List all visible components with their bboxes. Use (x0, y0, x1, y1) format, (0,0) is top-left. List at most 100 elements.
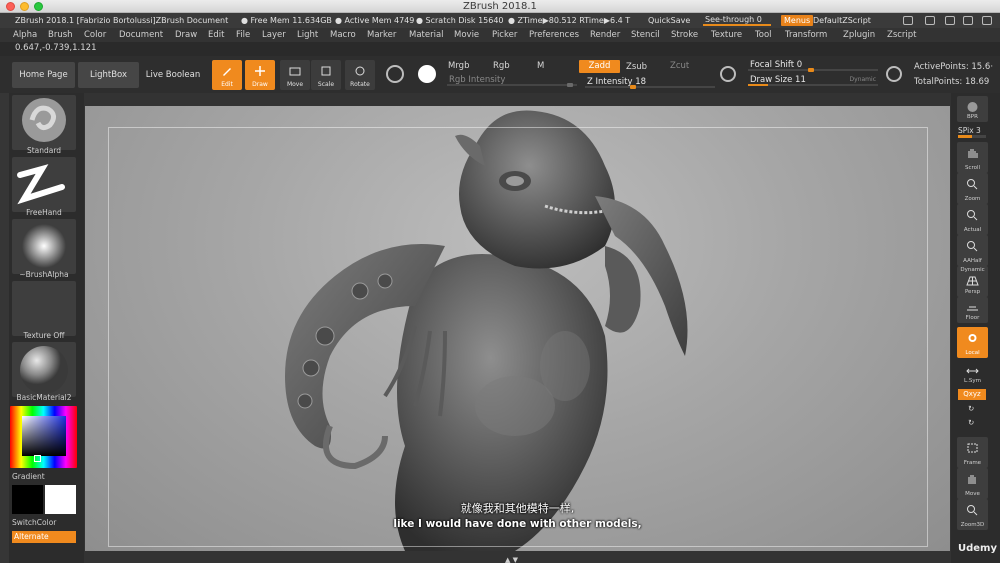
menu-picker[interactable]: Picker (492, 28, 517, 42)
persp-dynamic-label: Dynamic (960, 267, 985, 273)
menu-color[interactable]: Color (84, 28, 106, 42)
bottom-tray-toggle[interactable]: ▲ ▼ (505, 556, 518, 563)
local-button[interactable]: Local (957, 327, 988, 358)
z-intensity-knob[interactable] (630, 85, 636, 89)
solo-icon[interactable] (418, 65, 436, 83)
menu-stroke[interactable]: Stroke (671, 28, 698, 42)
menu-zscript[interactable]: Zscript (887, 28, 917, 42)
polyframe-icon[interactable] (386, 65, 404, 83)
draw-icon (255, 66, 265, 76)
menu-movie[interactable]: Movie (454, 28, 479, 42)
menu-alpha[interactable]: Alpha (13, 28, 37, 42)
gradient-label[interactable]: Gradient (12, 472, 76, 481)
menu-transform[interactable]: Transform (785, 28, 827, 42)
scroll-label: Scroll (964, 165, 981, 171)
default-zscript-button[interactable]: DefaultZScript (813, 13, 871, 28)
frame-button[interactable]: Frame (957, 437, 988, 468)
brush-settings-icon[interactable] (720, 66, 736, 82)
menu-tool[interactable]: Tool (755, 28, 772, 42)
xyz-button[interactable]: Qxyz (958, 389, 986, 400)
texture-thumbnail[interactable] (12, 281, 76, 336)
stroke-thumbnail[interactable] (12, 157, 76, 212)
switch-color-button[interactable]: SwitchColor (12, 518, 76, 527)
tray-icon[interactable] (903, 16, 913, 25)
zoom-button[interactable]: Zoom (957, 173, 988, 204)
z-intensity-slider[interactable]: Z Intensity 18 (585, 77, 715, 89)
zoom3d-button[interactable]: Zoom3D (957, 499, 988, 530)
menu-material[interactable]: Material (409, 28, 444, 42)
move-button[interactable]: Move (280, 60, 310, 90)
fullscreen-icon[interactable] (982, 16, 992, 25)
lsym-label: L.Sym (964, 378, 981, 384)
rotate-y-icon[interactable]: ↻ (968, 404, 974, 413)
menu-macro[interactable]: Macro (330, 28, 356, 42)
rgb-intensity-slider[interactable]: Rgb Intensity (447, 75, 577, 87)
color-picker-square[interactable] (22, 416, 66, 456)
lsym-button[interactable]: L.Sym (957, 360, 988, 386)
menu-preferences[interactable]: Preferences (529, 28, 579, 42)
menu-layer[interactable]: Layer (262, 28, 286, 42)
rotate-button[interactable]: Rotate (345, 60, 375, 90)
rgb-intensity-knob[interactable] (567, 83, 573, 87)
layout-icon[interactable] (945, 16, 955, 25)
zcut-toggle[interactable]: Zcut (670, 61, 689, 71)
zoom3d-icon (967, 505, 978, 516)
alpha-thumbnail[interactable] (12, 219, 76, 274)
rgb-toggle[interactable]: Rgb (493, 61, 510, 71)
quicksave-button[interactable]: QuickSave (648, 13, 690, 28)
floor-button[interactable]: Floor (957, 297, 988, 323)
scale-button[interactable]: Scale (311, 60, 341, 90)
aahalf-button[interactable]: AAHalf (957, 235, 988, 266)
menu-texture[interactable]: Texture (711, 28, 742, 42)
zadd-toggle[interactable]: Zadd (579, 60, 620, 73)
menu-light[interactable]: Light (297, 28, 318, 42)
secondary-color-swatch[interactable] (45, 485, 76, 514)
menus-button[interactable]: Menus (781, 15, 814, 26)
menu-render[interactable]: Render (590, 28, 620, 42)
persp-button[interactable]: Dynamic Persp (957, 266, 988, 297)
rotate-z-icon[interactable]: ↻ (968, 418, 974, 427)
color-picker-knob[interactable] (34, 455, 41, 462)
actual-button[interactable]: Actual (957, 204, 988, 235)
material-thumbnail[interactable] (12, 342, 76, 397)
move-view-button[interactable]: Move (957, 468, 988, 499)
alternate-button[interactable]: Alternate (12, 531, 76, 543)
zsub-toggle[interactable]: Zsub (626, 62, 647, 72)
color-picker[interactable] (10, 406, 77, 468)
see-through-slider[interactable]: See-through 0 (703, 15, 771, 26)
transp-settings-icon[interactable] (886, 66, 902, 82)
edit-button[interactable]: Edit (212, 60, 242, 90)
mrgb-toggle[interactable]: Mrgb (448, 61, 469, 71)
left-tray-strip[interactable] (0, 93, 9, 563)
perspective-grid-icon (966, 276, 979, 286)
scale-icon (321, 66, 331, 76)
total-points: TotalPoints: 18.69 (914, 77, 990, 87)
draw-size-slider[interactable]: Draw Size 11 Dynamic (748, 75, 878, 86)
menu-stencil[interactable]: Stencil (631, 28, 660, 42)
menu-edit[interactable]: Edit (208, 28, 224, 42)
brush-alpha-icon (22, 224, 66, 268)
menu-marker[interactable]: Marker (367, 28, 396, 42)
live-boolean-button[interactable]: Live Boolean (142, 62, 204, 88)
main-color-swatch[interactable] (12, 485, 43, 514)
edit-icon (223, 68, 231, 76)
draw-button[interactable]: Draw (245, 60, 275, 90)
menu-draw[interactable]: Draw (175, 28, 197, 42)
lightbox-button[interactable]: LightBox (78, 62, 139, 88)
restore-icon[interactable] (963, 16, 973, 25)
window-title: ZBrush 2018.1 (463, 1, 537, 12)
focal-shift-knob[interactable] (808, 68, 814, 72)
bpr-button[interactable]: BPR (957, 96, 988, 122)
menu-brush[interactable]: Brush (48, 28, 73, 42)
home-page-button[interactable]: Home Page (12, 62, 75, 88)
focal-shift-slider[interactable]: Focal Shift 0 (748, 60, 878, 72)
hand-icon[interactable] (925, 16, 935, 25)
spix-slider[interactable] (958, 135, 986, 138)
menu-file[interactable]: File (236, 28, 250, 42)
dynamic-toggle[interactable]: Dynamic (850, 75, 876, 85)
menu-document[interactable]: Document (119, 28, 163, 42)
scroll-button[interactable]: Scroll (957, 142, 988, 173)
m-toggle[interactable]: M (537, 61, 544, 71)
menu-zplugin[interactable]: Zplugin (843, 28, 875, 42)
brush-thumbnail[interactable] (12, 95, 76, 150)
